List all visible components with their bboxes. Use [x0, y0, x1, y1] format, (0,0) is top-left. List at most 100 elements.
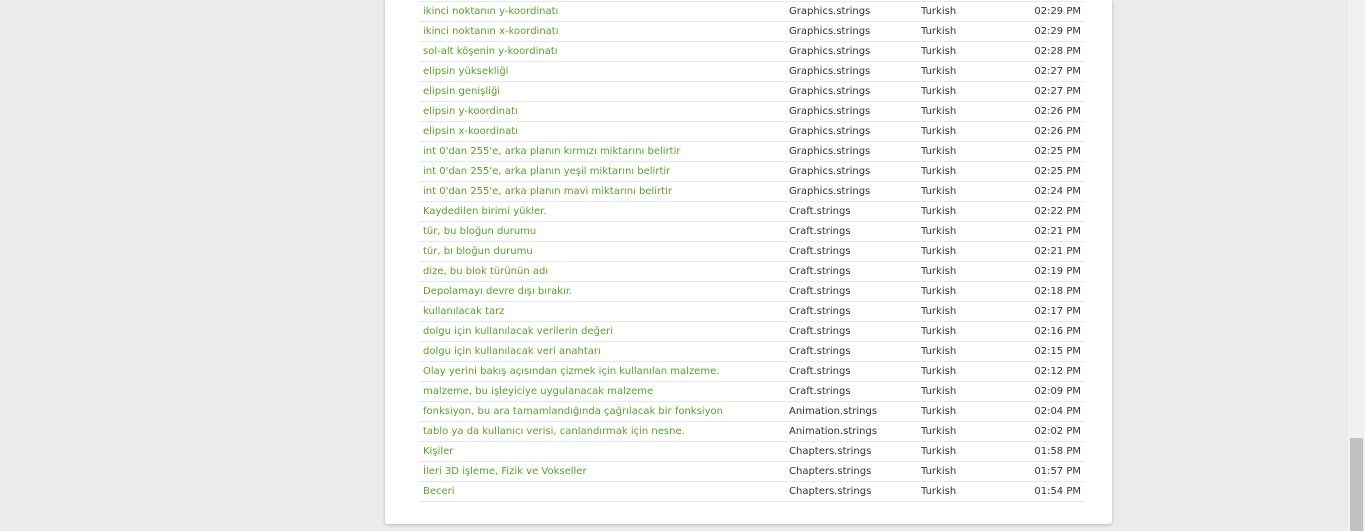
table-row: ikinci noktanın x-koordinatı Graphics.st…: [419, 21, 1085, 42]
table-row: int 0'dan 255'e, arka planın yeşil mikta…: [419, 161, 1085, 182]
file-cell: Craft.strings: [785, 321, 917, 342]
string-link[interactable]: İleri 3D işleme, Fizik ve Vokseller: [423, 466, 587, 477]
string-cell: tür, bu bloğun durumu: [419, 221, 785, 242]
language-cell: Turkish: [917, 481, 1015, 502]
table-row: elipsin yüksekliği Graphics.strings Turk…: [419, 61, 1085, 82]
file-cell: Craft.strings: [785, 281, 917, 302]
time-cell: 02:12 PM: [1015, 361, 1085, 382]
string-link[interactable]: fonksiyon, bu ara tamamlandığında çağrıl…: [423, 406, 723, 417]
string-link[interactable]: elipsin x-koordinatı: [423, 126, 518, 137]
string-link[interactable]: sol-alt köşenin y-koordinatı: [423, 46, 558, 57]
file-cell: Chapters.strings: [785, 441, 917, 462]
table-row: tablo ya da kullanıcı verisi, canlandırm…: [419, 421, 1085, 442]
string-link[interactable]: elipsin yüksekliği: [423, 66, 508, 77]
string-link[interactable]: ikinci noktanın y-koordinatı: [423, 6, 558, 17]
table-row: elipsin x-koordinatı Graphics.strings Tu…: [419, 121, 1085, 142]
string-link[interactable]: dolgu için kullanılacak verilerin değeri: [423, 326, 613, 337]
string-link[interactable]: int 0'dan 255'e, arka planın yeşil mikta…: [423, 166, 670, 177]
time-cell: 02:15 PM: [1015, 341, 1085, 362]
table-row: tür, bı bloğun durumu Craft.strings Turk…: [419, 241, 1085, 262]
language-cell: Turkish: [917, 181, 1015, 202]
string-link[interactable]: malzeme, bu işleyiciye uygulanacak malze…: [423, 386, 653, 397]
string-cell: Depolamayı devre dışı bırakır.: [419, 281, 785, 302]
string-link[interactable]: int 0'dan 255'e, arka planın kırmızı mik…: [423, 146, 680, 157]
table-row: tür, bu bloğun durumu Craft.strings Turk…: [419, 221, 1085, 242]
table-row: kullanılacak tarz Craft.strings Turkish …: [419, 301, 1085, 322]
string-cell: elipsin yüksekliği: [419, 61, 785, 82]
vertical-scrollbar[interactable]: [1348, 0, 1365, 531]
string-link[interactable]: tür, bı bloğun durumu: [423, 246, 533, 257]
string-link[interactable]: Olay yerini bakış açısından çizmek için …: [423, 366, 719, 377]
file-cell: Graphics.strings: [785, 41, 917, 62]
table-row: ikinci noktanın y-koordinatı Graphics.st…: [419, 1, 1085, 22]
table-row: int 0'dan 255'e, arka planın kırmızı mik…: [419, 141, 1085, 162]
string-cell: ikinci noktanın y-koordinatı: [419, 1, 785, 22]
string-cell: fonksiyon, bu ara tamamlandığında çağrıl…: [419, 401, 785, 422]
time-cell: 01:54 PM: [1015, 481, 1085, 502]
file-cell: Graphics.strings: [785, 21, 917, 42]
language-cell: Turkish: [917, 121, 1015, 142]
string-cell: tür, bı bloğun durumu: [419, 241, 785, 262]
file-cell: Graphics.strings: [785, 1, 917, 22]
file-cell: Craft.strings: [785, 201, 917, 222]
string-link[interactable]: kullanılacak tarz: [423, 306, 505, 317]
activity-table: ikinci noktanın y-koordinatı Graphics.st…: [419, 1, 1085, 502]
file-cell: Craft.strings: [785, 241, 917, 262]
string-link[interactable]: Depolamayı devre dışı bırakır.: [423, 286, 572, 297]
string-cell: İleri 3D işleme, Fizik ve Vokseller: [419, 461, 785, 482]
file-cell: Graphics.strings: [785, 181, 917, 202]
string-link[interactable]: dize, bu blok türünün adı: [423, 266, 548, 277]
file-cell: Craft.strings: [785, 221, 917, 242]
string-link[interactable]: Kaydedilen birimi yükler.: [423, 206, 547, 217]
language-cell: Turkish: [917, 61, 1015, 82]
language-cell: Turkish: [917, 401, 1015, 422]
time-cell: 02:24 PM: [1015, 181, 1085, 202]
string-cell: Beceri: [419, 481, 785, 502]
language-cell: Turkish: [917, 441, 1015, 462]
table-row: Beceri Chapters.strings Turkish 01:54 PM: [419, 481, 1085, 502]
string-cell: elipsin y-koordinatı: [419, 101, 785, 122]
time-cell: 02:29 PM: [1015, 21, 1085, 42]
language-cell: Turkish: [917, 261, 1015, 282]
string-link[interactable]: elipsin genişliği: [423, 86, 500, 97]
time-cell: 02:17 PM: [1015, 301, 1085, 322]
table-row: fonksiyon, bu ara tamamlandığında çağrıl…: [419, 401, 1085, 422]
file-cell: Craft.strings: [785, 381, 917, 402]
file-cell: Graphics.strings: [785, 121, 917, 142]
string-link[interactable]: tablo ya da kullanıcı verisi, canlandırm…: [423, 426, 685, 437]
table-row: elipsin y-koordinatı Graphics.strings Tu…: [419, 101, 1085, 122]
string-link[interactable]: elipsin y-koordinatı: [423, 106, 518, 117]
string-cell: int 0'dan 255'e, arka planın kırmızı mik…: [419, 141, 785, 162]
scrollbar-thumb[interactable]: [1350, 438, 1363, 531]
language-cell: Turkish: [917, 161, 1015, 182]
string-link[interactable]: int 0'dan 255'e, arka planın mavi miktar…: [423, 186, 672, 197]
table-row: int 0'dan 255'e, arka planın mavi miktar…: [419, 181, 1085, 202]
time-cell: 02:26 PM: [1015, 101, 1085, 122]
table-row: sol-alt köşenin y-koordinatı Graphics.st…: [419, 41, 1085, 62]
string-link[interactable]: ikinci noktanın x-koordinatı: [423, 26, 559, 37]
string-cell: sol-alt köşenin y-koordinatı: [419, 41, 785, 62]
file-cell: Craft.strings: [785, 301, 917, 322]
time-cell: 01:58 PM: [1015, 441, 1085, 462]
file-cell: Craft.strings: [785, 361, 917, 382]
time-cell: 02:16 PM: [1015, 321, 1085, 342]
string-link[interactable]: Beceri: [423, 486, 455, 497]
table-row: Kaydedilen birimi yükler. Craft.strings …: [419, 201, 1085, 222]
file-cell: Animation.strings: [785, 401, 917, 422]
string-cell: tablo ya da kullanıcı verisi, canlandırm…: [419, 421, 785, 442]
activity-table-body: ikinci noktanın y-koordinatı Graphics.st…: [419, 1, 1085, 502]
string-link[interactable]: Kişiler: [423, 446, 453, 457]
time-cell: 02:27 PM: [1015, 61, 1085, 82]
file-cell: Graphics.strings: [785, 61, 917, 82]
string-cell: Kişiler: [419, 441, 785, 462]
table-row: Olay yerini bakış açısından çizmek için …: [419, 361, 1085, 382]
language-cell: Turkish: [917, 221, 1015, 242]
language-cell: Turkish: [917, 381, 1015, 402]
string-link[interactable]: dolgu için kullanılacak veri anahtarı: [423, 346, 601, 357]
string-link[interactable]: tür, bu bloğun durumu: [423, 226, 536, 237]
time-cell: 02:19 PM: [1015, 261, 1085, 282]
time-cell: 02:09 PM: [1015, 381, 1085, 402]
language-cell: Turkish: [917, 461, 1015, 482]
language-cell: Turkish: [917, 141, 1015, 162]
language-cell: Turkish: [917, 201, 1015, 222]
